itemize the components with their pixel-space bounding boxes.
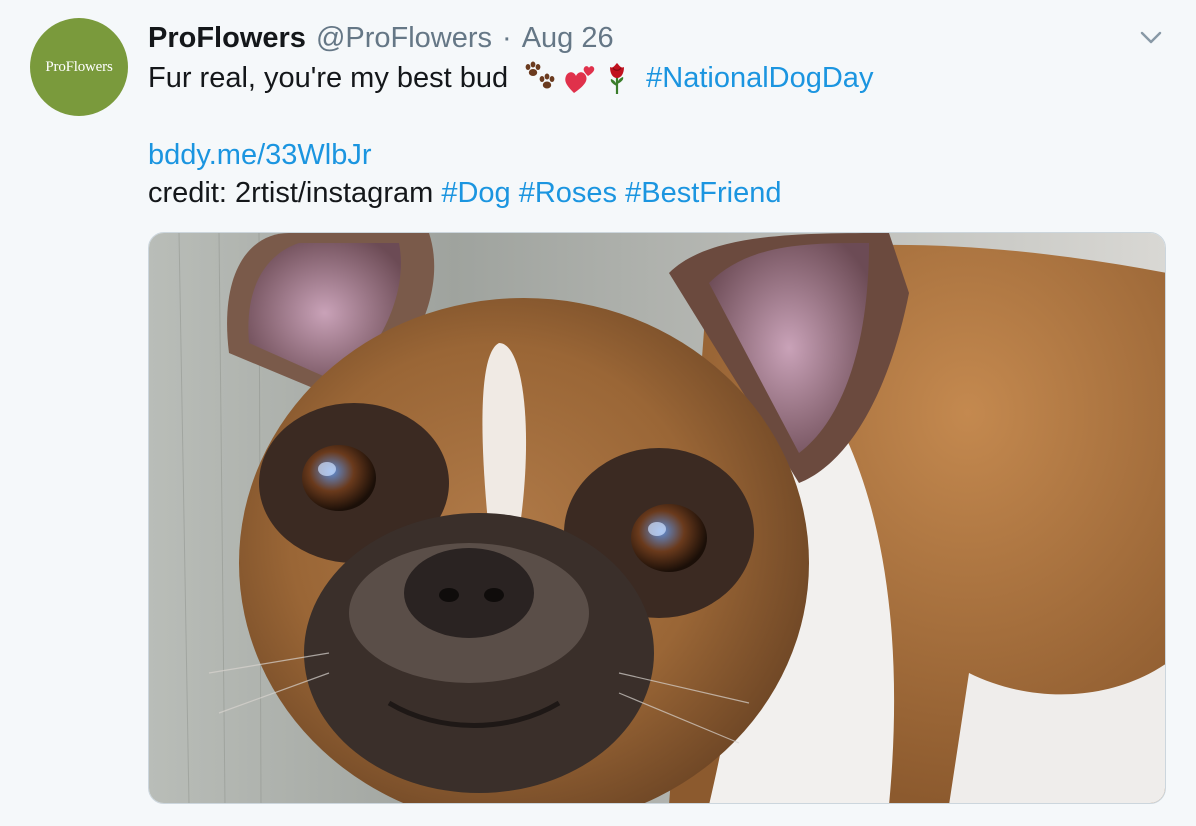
paw-prints-icon: [522, 61, 558, 95]
tweet-header: ProFlowers @ProFlowers · Aug 26: [148, 20, 614, 56]
user-handle[interactable]: @ProFlowers: [316, 22, 492, 55]
two-hearts-icon: [562, 61, 598, 95]
avatar[interactable]: ProFlowers: [30, 18, 128, 116]
separator-dot: ·: [502, 21, 512, 54]
tweet-text: Fur real, you're my best bud: [148, 62, 509, 94]
hashtag-dog-link[interactable]: #Dog: [441, 177, 510, 209]
hashtag-roses-link[interactable]: #Roses: [519, 177, 617, 209]
credit-text: credit: 2rtist/instagram: [148, 177, 434, 209]
hashtag-best-friend-link[interactable]: #BestFriend: [625, 177, 781, 209]
display-name[interactable]: ProFlowers: [148, 22, 306, 55]
tweet-text-line-1: Fur real, you're my best bud #NationalDo…: [148, 59, 873, 97]
tweet-media-photo[interactable]: [148, 232, 1166, 804]
rose-icon: [602, 60, 632, 96]
tweet-credit-line: credit: 2rtist/instagram #Dog #Roses #Be…: [148, 174, 781, 212]
tweet-link-line: bddy.me/33WlbJr: [148, 136, 372, 174]
hashtag-national-dog-day-link[interactable]: #NationalDogDay: [646, 59, 873, 97]
avatar-logo-text: ProFlowers: [45, 58, 113, 75]
shortened-url-link[interactable]: bddy.me/33WlbJr: [148, 139, 372, 171]
dog-photo-illustration: [149, 233, 1165, 803]
tweet-date[interactable]: Aug 26: [522, 22, 614, 55]
more-options-chevron-down-icon[interactable]: [1136, 26, 1166, 50]
tweet[interactable]: ProFlowers ProFlowers @ProFlowers · Aug …: [0, 0, 1196, 826]
